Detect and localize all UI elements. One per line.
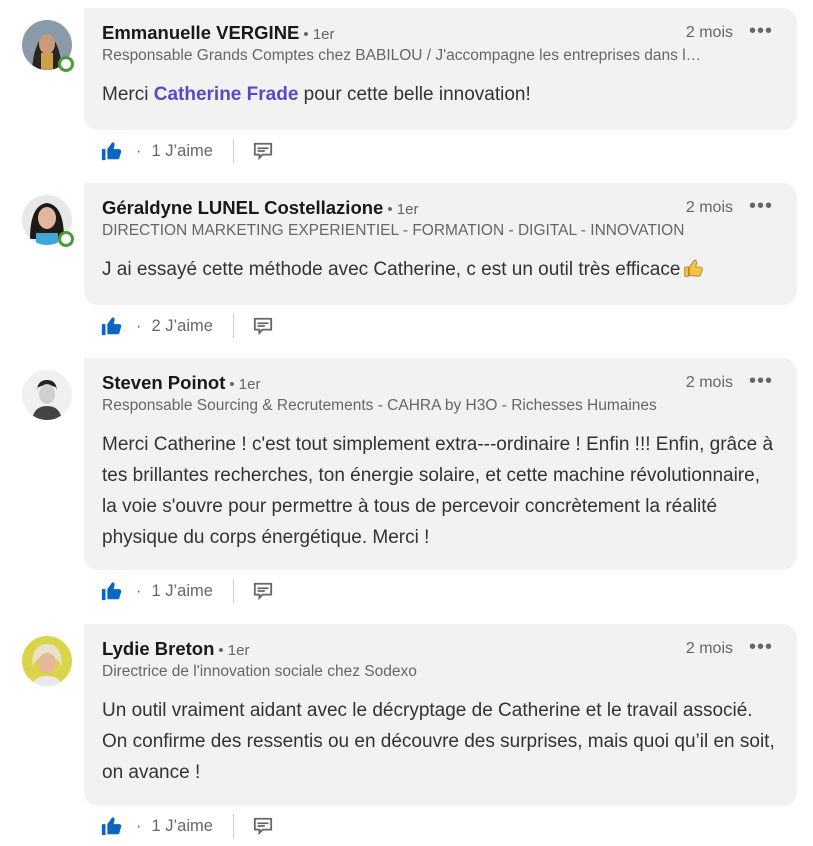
more-options-icon[interactable]: ••• [749,20,773,43]
reply-icon[interactable] [252,816,274,836]
like-count[interactable]: 2 J’aime [152,317,213,336]
commenter-name[interactable]: Lydie Breton [102,638,214,659]
avatar[interactable] [22,195,74,247]
comment-actions: · 1 J’aime [100,577,274,605]
avatar[interactable] [22,636,72,686]
like-count[interactable]: 1 J’aime [152,142,213,161]
reply-icon[interactable] [252,316,274,336]
connection-degree: • 1er [218,642,250,659]
mention-link[interactable]: Catherine Frade [154,84,299,105]
like-count[interactable]: 1 J’aime [152,817,213,836]
divider [232,579,234,603]
like-count[interactable]: 1 J’aime [152,582,213,601]
avatar-image [22,370,72,420]
separator-dot: · [136,316,142,335]
commenter-headline: DIRECTION MARKETING EXPERIENTIEL - FORMA… [102,222,685,239]
separator-dot: · [136,141,142,160]
divider [232,314,234,338]
reply-icon[interactable] [252,581,274,601]
comment-bubble: Steven Poinot • 1er 2 mois ••• Responsabl… [84,358,797,570]
comment-text: J ai essayé cette méthode avec Catherine… [102,254,779,285]
avatar[interactable] [22,370,72,420]
comment-text: Merci Catherine Frade pour cette belle i… [102,84,531,105]
commenter-name[interactable]: Steven Poinot [102,372,225,393]
avatar-image [22,636,72,686]
comment-time: 2 mois [685,640,733,657]
commenter-name[interactable]: Emmanuelle VERGINE [102,22,299,43]
online-status-icon [58,231,74,247]
like-thumb-icon[interactable] [100,140,122,162]
separator-dot: · [136,581,142,600]
commenter-name[interactable]: Géraldyne LUNEL Costellazione [102,197,383,218]
comment-text: Merci Catherine ! c'est tout simplement … [102,434,774,548]
comment-actions: · 1 J’aime [100,137,274,165]
divider [232,814,234,838]
separator-dot: · [136,816,142,835]
comment-time: 2 mois [685,24,733,41]
more-options-icon[interactable]: ••• [749,370,773,393]
comment-bubble: Géraldyne LUNEL Costellazione • 1er 2 moi… [84,183,797,305]
reply-icon[interactable] [252,141,274,161]
commenter-headline: Responsable Sourcing & Recrutements - CA… [102,397,657,414]
connection-degree: • 1er [303,26,335,43]
commenter-headline: Directrice de l'innovation sociale chez … [102,663,417,680]
thumbs-up-emoji-icon [684,259,704,277]
comment-text: Un outil vraiment aidant avec le décrypt… [102,700,775,783]
comment-actions: · 2 J’aime [100,312,274,340]
comment-time: 2 mois [685,199,733,216]
like-thumb-icon[interactable] [100,815,122,837]
connection-degree: • 1er [387,201,419,218]
online-status-icon [58,56,74,72]
more-options-icon[interactable]: ••• [749,195,773,218]
like-thumb-icon[interactable] [100,580,122,602]
comment-bubble: Emmanuelle VERGINE • 1er 2 mois ••• Respo… [84,8,797,130]
comment-time: 2 mois [685,374,733,391]
like-thumb-icon[interactable] [100,315,122,337]
commenter-headline: Responsable Grands Comptes chez BABILOU … [102,47,702,64]
connection-degree: • 1er [229,376,261,393]
divider [232,139,234,163]
comment-actions: · 1 J’aime [100,812,274,840]
comment-bubble: Lydie Breton • 1er 2 mois ••• Directrice … [84,624,797,806]
avatar[interactable] [22,20,74,72]
more-options-icon[interactable]: ••• [749,636,773,659]
